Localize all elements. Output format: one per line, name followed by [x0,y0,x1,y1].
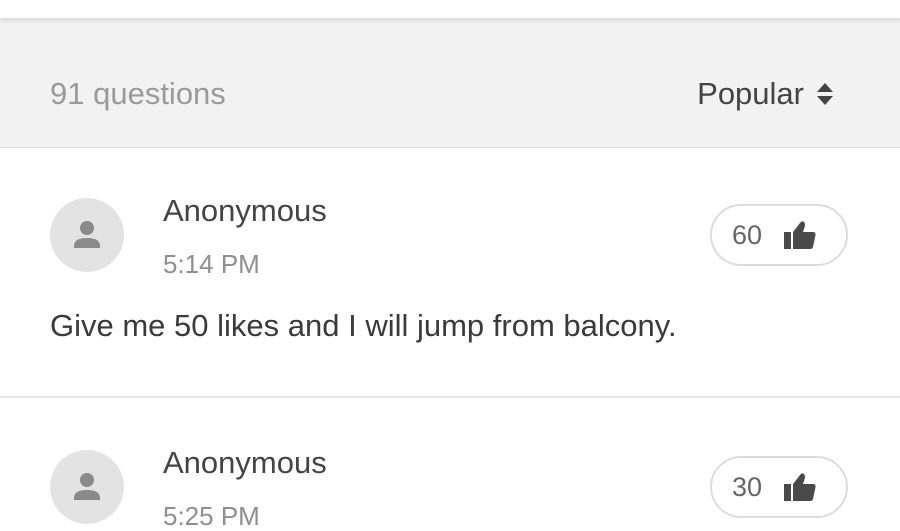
question-item[interactable]: Anonymous 5:14 PM 60 Give me 50 likes an… [0,148,900,398]
sort-dropdown[interactable]: Popular [697,76,834,112]
question-text: Give me 50 likes and I will jump from ba… [50,308,677,343]
avatar [50,198,124,272]
person-icon [74,221,100,248]
like-count: 60 [732,220,763,250]
question-item[interactable]: Anonymous 5:25 PM 30 [0,400,900,531]
like-count: 30 [732,472,763,502]
avatar [50,450,124,524]
author-name: Anonymous [163,445,327,480]
sort-label: Popular [697,76,804,111]
sort-arrows-icon [817,83,833,105]
questions-toolbar: 91 questions Popular [0,18,900,148]
like-button[interactable]: 60 [710,204,848,266]
thumbs-up-icon [784,473,816,501]
thumbs-up-icon [784,221,816,249]
person-icon [74,473,100,500]
author-name: Anonymous [163,193,327,228]
top-app-bar [0,0,900,18]
post-time: 5:14 PM [163,249,260,279]
question-count: 91 questions [50,76,226,111]
like-button[interactable]: 30 [710,456,848,518]
